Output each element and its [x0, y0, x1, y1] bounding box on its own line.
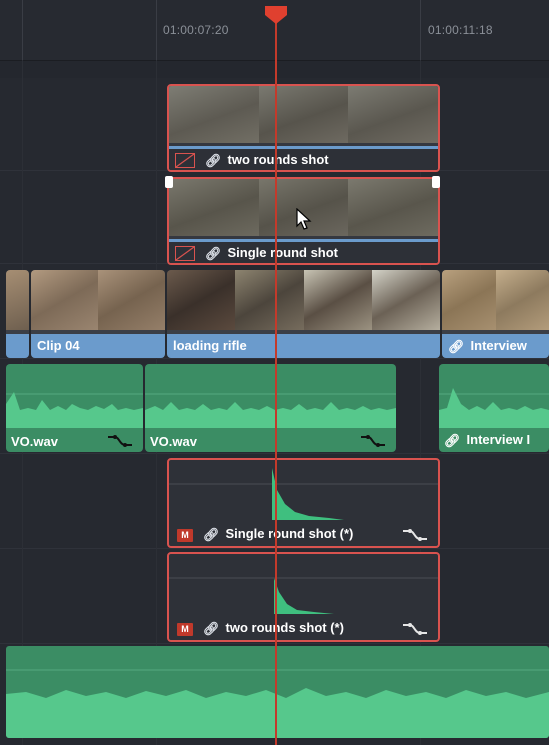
audio-clip-two-rounds-shot[interactable]: M 🔗︎ two rounds shot (*) — [167, 552, 440, 642]
thumbnail — [258, 86, 349, 143]
thumbnail — [169, 179, 259, 236]
clip-thumbnails — [31, 270, 165, 330]
audio-clip-vo-1[interactable]: VO.wav — [6, 364, 143, 452]
audio-waveform — [6, 392, 143, 428]
clip-label: M 🔗︎ Single round shot (*) — [177, 526, 353, 543]
video-clip-two-rounds-shot[interactable]: 🔗︎ two rounds shot — [167, 84, 440, 172]
mute-badge-icon[interactable]: M — [177, 528, 193, 542]
clip-name: loading rifle — [173, 338, 247, 353]
link-icon: 🔗︎ — [205, 246, 222, 262]
trim-handle-right[interactable] — [432, 176, 440, 188]
thumbnail — [167, 270, 236, 330]
thumbnail — [235, 270, 304, 330]
timeline[interactable]: 01:00:07:20 01:00:11:18 🔗︎ two rounds sho… — [0, 0, 549, 745]
thumbnail — [303, 270, 372, 330]
disabled-flag-icon — [175, 246, 195, 262]
clip-name: VO.wav — [150, 434, 197, 449]
clip-name: Clip 04 — [37, 338, 80, 353]
timecode-label: 01:00:11:18 — [428, 23, 493, 37]
playhead-line[interactable] — [275, 10, 277, 745]
clip-name: Interview I — [466, 432, 531, 448]
clip-thumbnails — [442, 270, 549, 330]
ruler-tick — [420, 0, 421, 60]
ruler-tick — [22, 0, 23, 60]
video-clip-loading-rifle[interactable]: loading rifle — [167, 270, 440, 358]
link-icon: 🔗︎ — [448, 338, 465, 354]
clip-name: Single round shot — [227, 245, 339, 260]
clip-label-bar: 🔗︎ Single round shot — [169, 239, 438, 263]
audio-clip-vo-2[interactable]: VO.wav — [145, 364, 396, 452]
thumbnail — [98, 270, 165, 330]
clip-name: Interview — [470, 338, 527, 353]
thumbnail — [348, 86, 438, 143]
audio-waveform — [439, 388, 549, 428]
audio-waveform — [169, 577, 438, 614]
link-icon: 🔗︎ — [205, 153, 222, 169]
clip-name: two rounds shot — [227, 152, 329, 167]
clip-label-bar: loading rifle — [167, 334, 440, 358]
audio-clip-music[interactable] — [6, 646, 549, 738]
volume-curve-icon[interactable] — [107, 432, 133, 448]
volume-curve-icon[interactable] — [402, 526, 428, 542]
clip-label-bar: 🔗︎ Interview — [442, 334, 549, 358]
volume-curve-icon[interactable] — [402, 620, 428, 636]
video-clip-interview[interactable]: 🔗︎ Interview — [442, 270, 549, 358]
audio-clip-interview[interactable]: 🔗︎ Interview I — [439, 364, 549, 452]
clip-label-bar — [6, 334, 29, 358]
clip-thumbnails — [169, 86, 438, 143]
thumbnail — [442, 270, 496, 330]
audio-clip-single-round-shot[interactable]: M 🔗︎ Single round shot (*) — [167, 458, 440, 548]
clip-thumbnails — [167, 270, 440, 330]
clip-label: M 🔗︎ two rounds shot (*) — [177, 620, 344, 637]
clip-name: VO.wav — [11, 434, 58, 449]
clip-name: two rounds shot (*) — [225, 620, 344, 636]
disabled-flag-icon — [175, 153, 195, 169]
clip-thumbnails — [6, 270, 29, 330]
thumbnail — [348, 179, 438, 236]
audio-waveform — [6, 669, 549, 738]
thumbnail — [495, 270, 549, 330]
thumbnail — [371, 270, 440, 330]
thumbnail — [169, 86, 259, 143]
mute-badge-icon[interactable]: M — [177, 622, 193, 636]
trim-handle-left[interactable] — [165, 176, 173, 188]
playhead-marker-icon[interactable] — [265, 6, 287, 24]
link-icon: 🔗︎ — [203, 621, 220, 636]
volume-curve-icon[interactable] — [360, 432, 386, 448]
video-clip-clip-04[interactable]: Clip 04 — [31, 270, 165, 358]
clip-label-bar: Clip 04 — [31, 334, 165, 358]
clip-label: 🔗︎ Interview I — [444, 432, 530, 449]
ruler-tick — [156, 0, 157, 60]
thumbnail — [31, 270, 98, 330]
link-icon: 🔗︎ — [203, 527, 220, 542]
clip-label-bar: 🔗︎ two rounds shot — [169, 146, 438, 170]
timecode-label: 01:00:07:20 — [163, 23, 229, 37]
clip-name: Single round shot (*) — [225, 526, 354, 542]
thumbnail — [6, 270, 29, 330]
audio-waveform — [145, 393, 396, 428]
link-icon: 🔗︎ — [444, 433, 461, 448]
mouse-pointer-icon — [296, 208, 312, 230]
video-clip-partial[interactable] — [6, 270, 29, 358]
audio-waveform — [169, 468, 438, 520]
